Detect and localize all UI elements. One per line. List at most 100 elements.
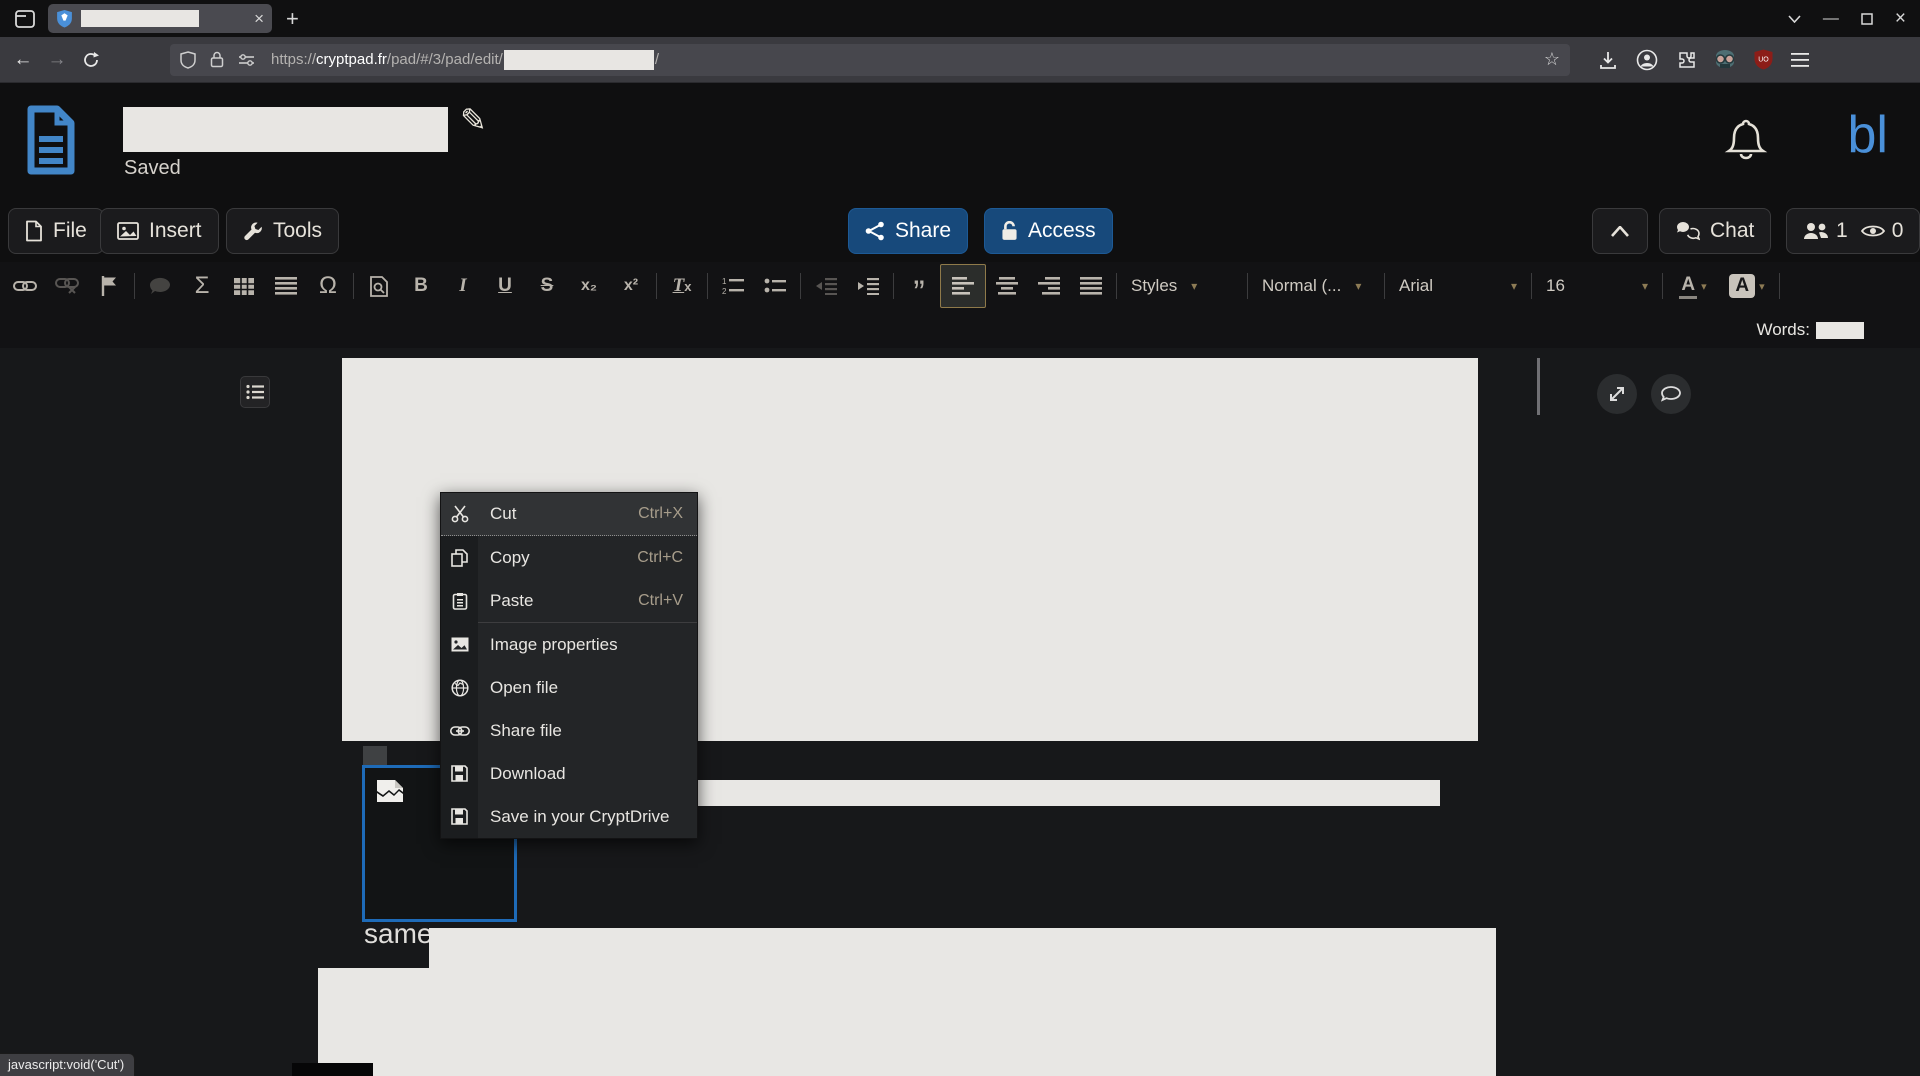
context-menu-item-copy[interactable]: Copy Ctrl+C [441, 536, 697, 579]
document-text[interactable]: same [364, 918, 432, 950]
link-status-bar: javascript:void('Cut') [0, 1053, 135, 1076]
context-menu-item-download[interactable]: Download [441, 752, 697, 795]
document-type-icon [25, 105, 77, 175]
math-sigma-button[interactable]: Σ [181, 264, 223, 308]
maximize-button[interactable] [1861, 13, 1873, 25]
align-left-button[interactable] [940, 264, 986, 308]
indent-button[interactable] [847, 264, 889, 308]
editor-scrollbar[interactable] [1537, 358, 1540, 415]
fullscreen-button[interactable] [1597, 374, 1637, 414]
context-menu-item-save-cryptdrive[interactable]: Save in your CryptDrive [441, 795, 697, 838]
blockquote-button[interactable]: ” [898, 264, 940, 308]
browser-tab[interactable]: × [48, 4, 272, 33]
chat-button[interactable]: Chat [1659, 208, 1771, 254]
image-icon [117, 222, 139, 240]
context-menu-item-cut[interactable]: Cut Ctrl+X [441, 493, 697, 536]
link-icon [441, 726, 478, 736]
list-tabs-chevron-icon[interactable] [1788, 15, 1801, 23]
context-menu-item-paste[interactable]: Paste Ctrl+V [441, 579, 697, 622]
permissions-sliders-icon[interactable] [238, 54, 255, 66]
context-menu-item-share-file[interactable]: Share file [441, 709, 697, 752]
bold-button[interactable]: B [400, 264, 442, 308]
url-bar[interactable]: https://cryptpad.fr/pad/#/3/pad/edit// ☆ [170, 44, 1570, 76]
outdent-button[interactable] [805, 264, 847, 308]
forward-button[interactable]: → [40, 49, 74, 71]
strikethrough-button[interactable]: S [526, 264, 568, 308]
bullet-list-button[interactable] [754, 264, 796, 308]
cryptpad-menu-row: File Insert Tools Share Access Chat 1 [0, 204, 1920, 262]
info-row: Words: [0, 310, 1920, 348]
chevron-down-icon: ▾ [1355, 279, 1361, 293]
svg-text:1: 1 [722, 277, 727, 286]
remove-format-button[interactable]: Tx [661, 264, 703, 308]
collapse-toolbar-button[interactable] [1592, 208, 1648, 254]
lock-icon[interactable] [210, 51, 224, 68]
file-menu-button[interactable]: File [8, 208, 104, 254]
text-line-redacted [600, 780, 1440, 806]
wrench-icon [243, 221, 263, 241]
svg-text:UO: UO [1758, 57, 1769, 64]
comments-panel-button[interactable] [1651, 374, 1691, 414]
italic-button[interactable]: I [442, 264, 484, 308]
cryptpad-favicon-shield-icon [56, 9, 73, 28]
tools-menu-button[interactable]: Tools [226, 208, 339, 254]
pad-title-redacted[interactable] [123, 107, 448, 152]
account-icon[interactable] [1636, 49, 1658, 71]
user-avatar-initials[interactable]: bl [1848, 105, 1888, 165]
paragraph-format-dropdown[interactable]: Normal (...▾ [1252, 264, 1380, 308]
comment-button[interactable] [139, 264, 181, 308]
context-menu-item-image-properties[interactable]: Image properties [441, 623, 697, 666]
browser-nav-bar: ← → https://cryptpad.fr/pad/#/3/pad/edit… [0, 37, 1920, 83]
special-char-omega-button[interactable]: Ω [307, 264, 349, 308]
url-redacted-segment [504, 50, 654, 70]
numbered-list-button[interactable]: 12 [712, 264, 754, 308]
justify-button[interactable] [1070, 264, 1112, 308]
rename-pencil-icon[interactable]: ✎ [460, 101, 487, 139]
align-center-button[interactable] [986, 264, 1028, 308]
insert-menu-button[interactable]: Insert [100, 208, 219, 254]
editor-canvas[interactable]: same [0, 348, 1920, 1076]
align-right-button[interactable] [1028, 264, 1070, 308]
link-button[interactable] [4, 264, 46, 308]
goggles-extension-icon[interactable] [1714, 50, 1736, 70]
share-button[interactable]: Share [848, 208, 968, 254]
background-color-button[interactable]: A▾ [1719, 264, 1775, 308]
print-preview-button[interactable] [358, 264, 400, 308]
close-window-button[interactable]: × [1895, 8, 1906, 30]
underline-button[interactable]: U [484, 264, 526, 308]
clipboard-icon [441, 592, 478, 610]
presence-button[interactable]: 1 0 [1786, 208, 1920, 254]
font-size-dropdown[interactable]: 16▾ [1536, 264, 1658, 308]
context-menu-item-open-file[interactable]: Open file [441, 666, 697, 709]
new-tab-button[interactable]: + [286, 6, 299, 32]
subscript-button[interactable]: x₂ [568, 264, 610, 308]
floppy-disk-icon [441, 765, 478, 782]
bookmark-star-icon[interactable]: ☆ [1544, 49, 1560, 70]
superscript-button[interactable]: x² [610, 264, 652, 308]
tab-close-icon[interactable]: × [254, 10, 264, 27]
word-count-redacted [1816, 322, 1864, 339]
horizontal-line-button[interactable] [265, 264, 307, 308]
ublock-origin-icon[interactable]: UO [1754, 49, 1773, 70]
font-family-dropdown[interactable]: Arial▾ [1389, 264, 1527, 308]
styles-dropdown[interactable]: Styles▾ [1121, 264, 1243, 308]
hamburger-menu-icon[interactable] [1791, 53, 1809, 67]
extensions-puzzle-icon[interactable] [1676, 50, 1696, 70]
notifications-bell-icon[interactable] [1724, 117, 1768, 165]
insert-table-button[interactable] [223, 264, 265, 308]
url-text: https://cryptpad.fr/pad/#/3/pad/edit// [271, 50, 659, 70]
access-button[interactable]: Access [984, 208, 1113, 254]
reload-button[interactable] [74, 51, 108, 69]
firefox-view-icon[interactable] [10, 6, 40, 32]
format-toolbar: Σ Ω B I U S x₂ x² Tx 12 ” Styles▾ Normal… [0, 262, 1920, 310]
minimize-button[interactable]: — [1823, 10, 1839, 28]
lock-icon [1001, 221, 1018, 241]
tracking-shield-icon[interactable] [180, 51, 196, 69]
text-color-button[interactable]: A▾ [1667, 264, 1719, 308]
viewers-count: 0 [1892, 219, 1904, 243]
unlink-button[interactable] [46, 264, 88, 308]
back-button[interactable]: ← [6, 49, 40, 71]
outline-toggle-button[interactable] [240, 376, 270, 408]
anchor-flag-button[interactable] [88, 264, 130, 308]
downloads-icon[interactable] [1598, 50, 1618, 70]
